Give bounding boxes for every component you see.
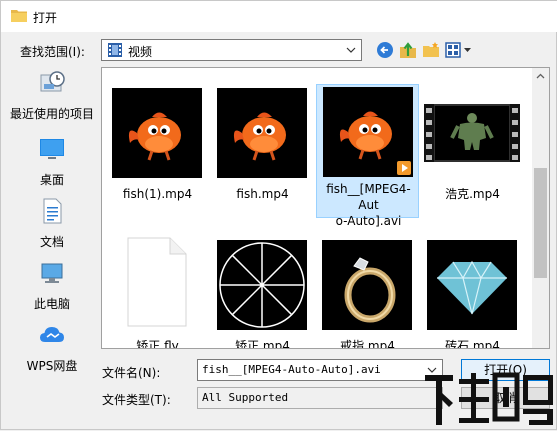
vertical-scrollbar[interactable] <box>532 68 549 348</box>
title-bar: 打开 <box>1 1 557 32</box>
up-folder-icon[interactable] <box>399 41 417 59</box>
documents-icon <box>43 198 62 224</box>
file-item[interactable]: 戒指.mp4 <box>316 222 419 349</box>
place-label: WPS网盘 <box>26 359 78 373</box>
hulk-video-thumbnail <box>424 104 520 162</box>
fish-video-thumbnail <box>323 87 413 177</box>
look-in-combo[interactable]: 视频 <box>101 39 362 61</box>
file-name-input[interactable]: fish__[MPEG4-Auto-Auto].avi <box>202 363 381 376</box>
file-name: fish.mp4 <box>236 187 289 201</box>
open-file-dialog: 打开 查找范围(I): 视频 最近使用的项目 桌面 文档 此电脑 WPS网盘 f… <box>0 0 557 430</box>
chevron-down-icon[interactable] <box>345 43 357 57</box>
scroll-up-icon[interactable] <box>532 68 549 85</box>
place-wps-cloud[interactable]: WPS网盘 <box>5 319 99 377</box>
place-documents[interactable]: 文档 <box>5 195 99 253</box>
place-label: 文档 <box>39 235 64 249</box>
place-label: 桌面 <box>39 173 64 187</box>
look-in-label: 查找范围(I): <box>20 45 85 59</box>
file-name: fish(1).mp4 <box>122 187 193 201</box>
back-arrow-icon[interactable] <box>376 41 394 59</box>
view-menu-icon[interactable] <box>445 41 473 59</box>
file-item[interactable]: 矫正.flv <box>106 222 209 349</box>
file-name-line1: fish__[MPEG4-Aut <box>326 182 411 212</box>
file-list[interactable]: fish(1).mp4 fish.mp4 fish__[MPEG4-Aut o-… <box>101 67 550 349</box>
wheel-thumbnail <box>217 240 307 330</box>
fish-thumbnail <box>217 88 307 178</box>
ring-thumbnail <box>322 240 412 330</box>
file-name-label: 文件名(N): <box>102 366 161 380</box>
window-title: 打开 <box>33 11 58 25</box>
desktop-icon <box>40 139 64 159</box>
place-recent[interactable]: 最近使用的项目 <box>5 67 99 125</box>
place-desktop[interactable]: 桌面 <box>5 133 99 191</box>
fish-thumbnail <box>112 88 202 178</box>
scrollbar-thumb[interactable] <box>534 168 547 278</box>
file-name: 戒指.mp4 <box>340 339 395 349</box>
video-folder-icon <box>108 43 122 57</box>
document-icon <box>127 237 187 327</box>
file-item-selected[interactable]: fish__[MPEG4-Aut o-Auto].avi <box>316 84 419 228</box>
file-item[interactable]: 砖石.mp4 <box>421 222 524 349</box>
file-item[interactable]: 矫正.mp4 <box>211 222 314 349</box>
file-name: 矫正.flv <box>136 339 179 349</box>
place-label: 最近使用的项目 <box>9 107 94 121</box>
file-type-label: 文件类型(T): <box>102 393 171 407</box>
cloud-icon <box>40 327 64 342</box>
file-type-value: All Supported <box>202 391 289 404</box>
file-name: 浩克.mp4 <box>445 187 500 201</box>
file-item[interactable]: 浩克.mp4 <box>421 70 524 201</box>
recent-places-icon <box>40 71 65 92</box>
places-bar: 最近使用的项目 桌面 文档 此电脑 WPS网盘 <box>5 67 99 377</box>
look-in-value: 视频 <box>128 45 153 59</box>
place-this-pc[interactable]: 此电脑 <box>5 257 99 315</box>
file-item[interactable]: fish(1).mp4 <box>106 70 209 201</box>
watermark-logo <box>425 372 553 425</box>
file-name: 砖石.mp4 <box>445 339 500 349</box>
new-folder-icon[interactable] <box>422 41 440 59</box>
file-type-select[interactable]: All Supported <box>197 387 443 409</box>
folder-icon <box>11 10 27 22</box>
place-label: 此电脑 <box>33 297 70 311</box>
diamond-thumbnail <box>427 240 517 330</box>
this-pc-icon <box>41 263 63 283</box>
file-name-combo[interactable]: fish__[MPEG4-Auto-Auto].avi <box>197 359 443 381</box>
file-name: 矫正.mp4 <box>235 339 290 349</box>
file-item[interactable]: fish.mp4 <box>211 70 314 201</box>
